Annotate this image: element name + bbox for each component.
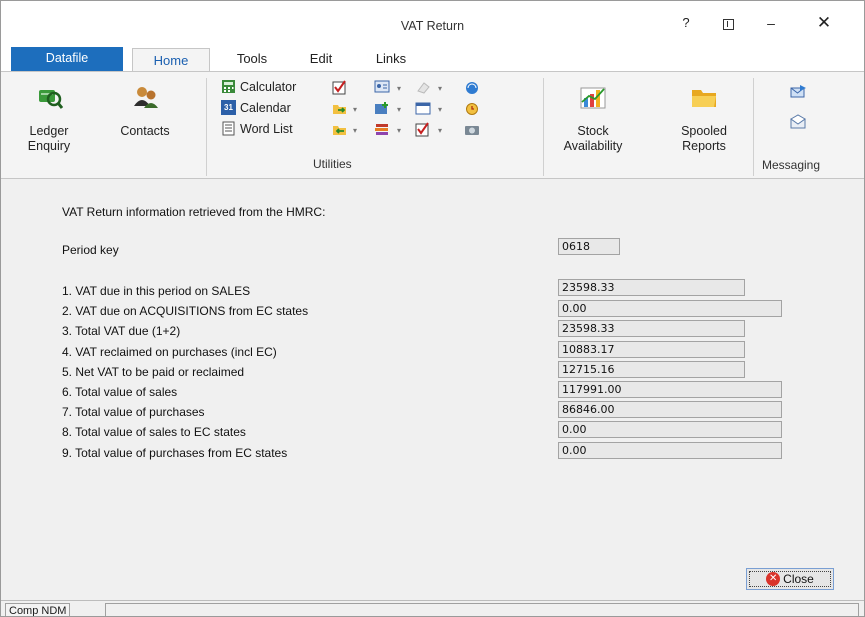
eraser-icon[interactable] — [415, 80, 431, 95]
purchases-ec-field[interactable]: 0.00 — [558, 442, 782, 459]
contacts-label: Contacts — [120, 124, 170, 138]
row-label-8: 8. Total value of sales to EC states — [62, 425, 246, 439]
folder-import-icon[interactable] — [332, 122, 347, 137]
info-text: VAT Return information retrieved from th… — [62, 205, 326, 219]
dropdown-arrow-icon[interactable]: ▾ — [353, 126, 357, 135]
row-label-7: 7. Total value of purchases — [62, 405, 205, 419]
spooled-reports-label-line2: Reports — [682, 139, 726, 153]
contacts-button[interactable]: Contacts — [115, 80, 175, 156]
ledger-magnifier-icon — [39, 90, 63, 109]
tab-datafile[interactable]: Datafile — [11, 47, 123, 71]
checklist-icon[interactable] — [415, 122, 431, 137]
dropdown-arrow-icon[interactable]: ▾ — [397, 84, 401, 93]
word-list-icon — [222, 121, 235, 136]
dropdown-arrow-icon[interactable]: ▾ — [438, 84, 442, 93]
close-button-label: Close — [783, 572, 814, 586]
calculator-icon — [222, 80, 235, 94]
receive-mail-icon[interactable] — [789, 114, 807, 130]
status-bar: Comp NDM — [1, 600, 864, 616]
vat-reclaimed-field[interactable]: 10883.17 — [558, 341, 745, 358]
ledger-enquiry-button[interactable]: Ledger Enquiry — [23, 80, 75, 156]
row-label-2: 2. VAT due on ACQUISITIONS from EC state… — [62, 304, 309, 318]
messaging-group-label: Messaging — [762, 158, 821, 172]
tab-edit[interactable]: Edit — [301, 47, 341, 71]
ledger-enquiry-label-line2: Enquiry — [27, 139, 71, 153]
pin-icon — [722, 19, 734, 30]
ribbon-separator — [543, 78, 544, 176]
company-status: Comp NDM — [5, 603, 71, 616]
help-button[interactable]: ? — [669, 11, 703, 35]
close-button[interactable]: ✕ Close — [746, 568, 834, 590]
period-key-label: Period key — [62, 243, 119, 257]
calendar-icon: 31 — [221, 100, 236, 116]
ribbon-separator — [753, 78, 754, 176]
net-vat-field[interactable]: 12715.16 — [558, 361, 745, 378]
stock-chart-icon — [580, 87, 606, 109]
calculator-label: Calculator — [240, 80, 297, 94]
spooled-reports-button[interactable]: Spooled Reports — [669, 80, 739, 156]
vat-due-sales-field[interactable]: 23598.33 — [558, 279, 745, 296]
calculator-button[interactable]: Calculator — [221, 78, 296, 96]
dropdown-arrow-icon[interactable]: ▾ — [397, 105, 401, 114]
close-window-button[interactable]: ✕ — [807, 11, 841, 35]
vat-return-window: VAT Return ? – ✕ Datafile Home Tools Edi… — [0, 0, 865, 617]
spooled-reports-label-line1: Spooled — [681, 124, 727, 138]
vat-return-content: VAT Return information retrieved from th… — [1, 180, 864, 600]
tab-links[interactable]: Links — [366, 47, 416, 71]
stock-availability-button[interactable]: Stock Availability — [553, 80, 633, 156]
send-mail-icon[interactable] — [789, 84, 807, 100]
title-bar: VAT Return ? – ✕ — [1, 1, 864, 47]
row-label-5: 5. Net VAT to be paid or reclaimed — [62, 365, 245, 379]
close-circle-icon: ✕ — [766, 571, 781, 586]
camera-icon[interactable] — [464, 122, 480, 137]
stock-availability-label-line2: Availability — [563, 139, 623, 153]
tab-tools[interactable]: Tools — [227, 47, 277, 71]
add-record-icon[interactable] — [374, 101, 390, 116]
folder-icon — [692, 90, 716, 107]
checklist-icon[interactable] — [332, 80, 347, 95]
total-purchases-field[interactable]: 86846.00 — [558, 401, 782, 418]
row-label-9: 9. Total value of purchases from EC stat… — [62, 446, 288, 460]
status-pane — [105, 603, 859, 616]
books-icon[interactable] — [374, 122, 390, 137]
period-key-field[interactable]: 0618 — [558, 238, 620, 255]
alarm-clock-icon[interactable] — [464, 101, 480, 116]
calendar-button[interactable]: 31 Calendar — [221, 99, 291, 117]
dropdown-arrow-icon[interactable]: ▾ — [438, 126, 442, 135]
vat-due-acquisitions-field[interactable]: 0.00 — [558, 300, 782, 317]
calendar-label: Calendar — [240, 101, 291, 115]
contacts-people-icon — [134, 87, 158, 108]
dropdown-arrow-icon[interactable]: ▾ — [438, 105, 442, 114]
ribbon: Ledger Enquiry Contacts Calculator 31 Ca… — [1, 71, 864, 179]
stock-availability-label-line1: Stock — [577, 124, 609, 138]
word-list-button[interactable]: Word List — [221, 120, 293, 138]
row-label-3: 3. Total VAT due (1+2) — [62, 324, 181, 338]
internet-link-icon[interactable] — [464, 80, 480, 95]
row-label-1: 1. VAT due in this period on SALES — [62, 284, 251, 298]
contact-card-icon[interactable] — [374, 80, 390, 94]
dropdown-arrow-icon[interactable]: ▾ — [353, 105, 357, 114]
sales-ec-field[interactable]: 0.00 — [558, 421, 782, 438]
total-sales-field[interactable]: 117991.00 — [558, 381, 782, 398]
total-vat-due-field[interactable]: 23598.33 — [558, 320, 745, 337]
folder-export-icon[interactable] — [332, 101, 347, 116]
ribbon-tab-row: Datafile Home Tools Edit Links — [1, 47, 864, 72]
ledger-enquiry-label-line1: Ledger — [29, 124, 69, 138]
utilities-group-label: Utilities — [313, 157, 352, 171]
minimize-button[interactable]: – — [754, 11, 788, 35]
ribbon-separator — [206, 78, 207, 176]
row-label-4: 4. VAT reclaimed on purchases (incl EC) — [62, 345, 277, 359]
pin-window-button[interactable] — [711, 11, 745, 35]
dropdown-arrow-icon[interactable]: ▾ — [397, 126, 401, 135]
window-list-icon[interactable] — [415, 101, 431, 116]
word-list-label: Word List — [240, 122, 293, 136]
tab-home[interactable]: Home — [132, 48, 210, 72]
row-label-6: 6. Total value of sales — [62, 385, 178, 399]
